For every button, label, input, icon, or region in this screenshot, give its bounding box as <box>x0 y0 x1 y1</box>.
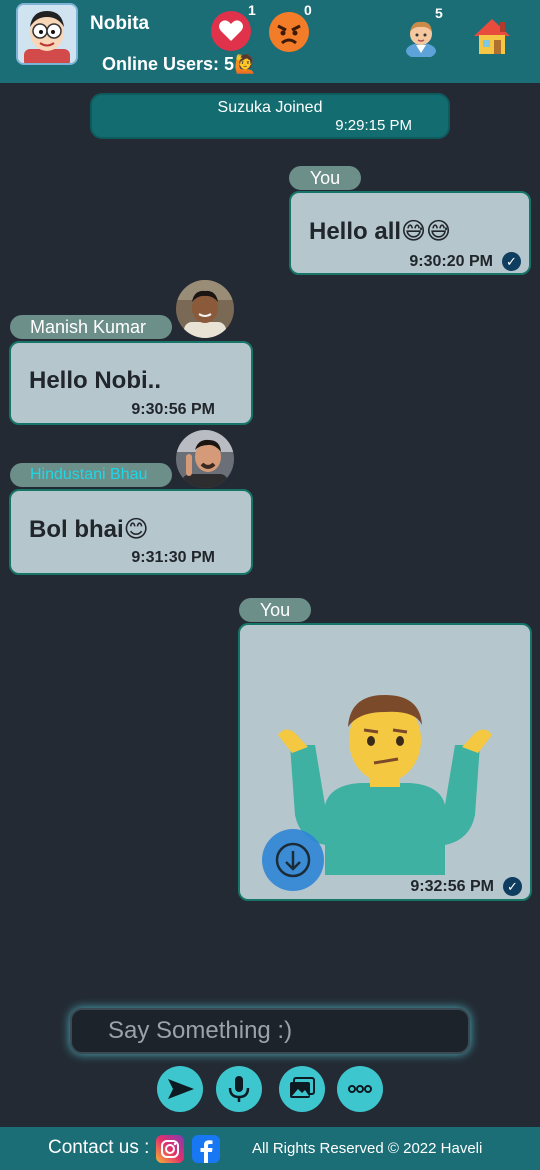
contact-label: Contact us : <box>48 1137 150 1158</box>
message-text: Hello Nobi.. <box>29 367 161 394</box>
microphone-button[interactable] <box>216 1066 262 1112</box>
system-message-text: Suzuka Joined <box>217 99 323 116</box>
instagram-link[interactable] <box>156 1135 184 1163</box>
image-message-bubble[interactable]: 9:32:56 PM ✓ <box>238 623 532 901</box>
system-message: Suzuka Joined 9:29:15 PM <box>90 93 450 139</box>
message-time: 9:30:56 PM <box>131 401 215 418</box>
app-footer: Contact us : All Rights Reserved © 2022 … <box>0 1127 540 1170</box>
sender-label: Manish Kumar <box>10 315 172 339</box>
message-time: 9:30:20 PM <box>409 253 493 270</box>
message-text: Hello all😅😅 <box>309 218 452 245</box>
heart-icon <box>211 11 251 51</box>
message-bubble-outgoing[interactable]: Hello all😅😅 9:30:20 PM ✓ <box>289 191 531 275</box>
home-icon <box>474 19 510 54</box>
message-input[interactable] <box>72 1010 468 1052</box>
message-time: 9:31:30 PM <box>131 549 215 566</box>
message-bubble-incoming[interactable]: Bol bhai😊 9:31:30 PM <box>9 489 253 575</box>
online-users-count: Online Users: 5🙋 <box>102 54 257 74</box>
send-button[interactable] <box>157 1066 203 1112</box>
send-icon <box>168 1079 194 1099</box>
username: Nobita <box>90 13 150 34</box>
app-header: Nobita Online Users: 5🙋 1 0 5 <box>0 0 540 83</box>
users-count: 5 <box>435 5 443 21</box>
message-text: Bol bhai😊 <box>29 516 149 543</box>
more-options-button[interactable] <box>337 1066 383 1112</box>
sender-label: You <box>289 166 361 190</box>
users-button[interactable] <box>404 17 438 62</box>
download-icon <box>275 842 311 878</box>
avatar[interactable] <box>176 430 234 488</box>
message-time: 9:32:56 PM <box>410 878 494 895</box>
system-message-time: 9:29:15 PM <box>335 117 412 134</box>
gallery-button[interactable] <box>279 1066 325 1112</box>
avatar[interactable] <box>176 280 234 338</box>
home-button[interactable] <box>472 16 512 61</box>
microphone-icon <box>228 1076 250 1102</box>
download-button[interactable] <box>262 829 324 891</box>
like-count: 1 <box>248 2 256 18</box>
check-icon: ✓ <box>503 877 522 896</box>
heart-reaction-button[interactable] <box>210 10 252 52</box>
instagram-icon <box>161 1140 179 1158</box>
facebook-icon <box>200 1140 213 1163</box>
facebook-link[interactable] <box>192 1135 220 1163</box>
sender-label: You <box>239 598 311 622</box>
message-bubble-incoming[interactable]: Hello Nobi.. 9:30:56 PM <box>9 341 253 425</box>
check-icon: ✓ <box>502 252 521 271</box>
gallery-icon <box>290 1077 315 1098</box>
user-avatar[interactable] <box>16 3 78 65</box>
more-icon <box>348 1085 372 1093</box>
copyright-text: All Rights Reserved © 2022 Haveli <box>252 1140 483 1157</box>
sender-label: Hindustani Bhau <box>10 463 172 487</box>
message-input-wrapper <box>70 1008 470 1054</box>
angry-count: 0 <box>304 2 312 18</box>
users-icon <box>406 21 436 59</box>
